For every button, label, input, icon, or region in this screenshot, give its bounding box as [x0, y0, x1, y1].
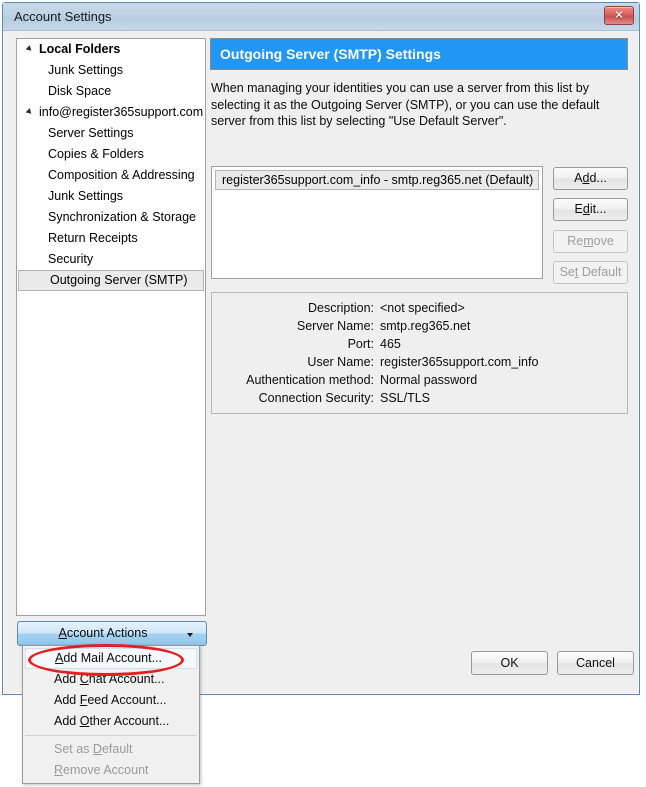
menu-item-remove-account: Remove Account [54, 763, 149, 777]
sidebar-item-label: Synchronization & Storage [48, 210, 197, 224]
smtp-server-list[interactable]: register365support.com_info - smtp.reg36… [211, 166, 543, 279]
sidebar-item-return-receipts[interactable]: Return Receipts [17, 228, 205, 249]
panel-header: Outgoing Server (SMTP) Settings [210, 38, 628, 70]
detail-value: Normal password [380, 373, 478, 387]
close-window-button[interactable]: ✕ [604, 6, 634, 25]
sidebar-item-label: info@register365support.com [39, 105, 204, 119]
detail-value: <not specified> [380, 301, 465, 315]
sidebar-item-copies-folders[interactable]: Copies & Folders [17, 144, 205, 165]
detail-value: SSL/TLS [380, 391, 431, 405]
detail-value: register365support.com_info [380, 355, 539, 369]
detail-value: smtp.reg365.net [380, 319, 471, 333]
panel-title: Outgoing Server (SMTP) Settings [220, 46, 441, 62]
panel-description: When managing your identities you can us… [211, 81, 600, 128]
menu-item-add-chat-account[interactable]: Add Chat Account... [23, 669, 199, 690]
detail-row: Port: 465 [212, 335, 627, 353]
detail-label: Connection Security: [258, 391, 374, 405]
sidebar-item-label: Security [48, 252, 94, 266]
account-actions-label: Account Actions [58, 626, 148, 640]
sidebar-item-label: Junk Settings [48, 189, 124, 203]
sidebar-item-junk-settings[interactable]: Junk Settings [17, 60, 205, 81]
sidebar-item-label: Outgoing Server (SMTP) [50, 273, 188, 287]
sidebar-item-label: Local Folders [39, 42, 121, 56]
detail-label: Authentication method: [246, 373, 374, 387]
detail-row: Authentication method: Normal password [212, 371, 627, 389]
title-bar: Account Settings ✕ [3, 3, 639, 31]
detail-row: Connection Security: SSL/TLS [212, 389, 627, 407]
menu-item-add-other-account[interactable]: Add Other Account... [23, 711, 199, 732]
detail-label: User Name: [307, 355, 374, 369]
menu-item-set-as-default: Set as Default [54, 742, 133, 756]
detail-row: Description: <not specified> [212, 299, 627, 317]
cancel-button[interactable]: Cancel [557, 651, 634, 675]
sidebar-item-label: Return Receipts [48, 231, 138, 245]
detail-label: Server Name: [296, 319, 374, 333]
add-button[interactable]: Add... [553, 167, 628, 190]
window-title: Account Settings [14, 9, 112, 24]
sidebar-item-composition-addressing[interactable]: Composition & Addressing [17, 165, 205, 186]
accounts-tree[interactable]: Local Folders Junk Settings Disk Space info… [16, 38, 206, 616]
sidebar-item-outgoing-server-smtp[interactable]: Outgoing Server (SMTP) [18, 270, 204, 291]
sidebar-item-label: Copies & Folders [48, 147, 144, 161]
sidebar-item-security[interactable]: Security [17, 249, 205, 270]
account-settings-dialog: Account Settings ✕ Local Folders Junk Set… [2, 2, 640, 695]
server-details-box: Description: <not specified> Server Name: s… [211, 292, 628, 414]
detail-label: Port: [347, 337, 374, 351]
settings-content-panel: Outgoing Server (SMTP) Settings When man… [210, 38, 628, 694]
chevron-down-icon [187, 633, 193, 637]
edit-button[interactable]: Edit... [553, 198, 628, 221]
account-actions-button[interactable]: Account Actions [17, 621, 207, 646]
sidebar-item-label: Server Settings [48, 126, 134, 140]
menu-item-add-mail-account[interactable]: Add Mail Account... [25, 648, 197, 669]
account-actions-menu[interactable]: Add Mail Account... Add Chat Account... Ad… [22, 645, 200, 784]
sidebar-item-disk-space[interactable]: Disk Space [17, 81, 205, 102]
menu-item-add-feed-account[interactable]: Add Feed Account... [23, 690, 199, 711]
sidebar-item-junk-settings[interactable]: Junk Settings [17, 186, 205, 207]
ok-button[interactable]: OK [471, 651, 548, 675]
sidebar-item-server-settings[interactable]: Server Settings [17, 123, 205, 144]
detail-label: Description: [308, 301, 374, 315]
close-icon: ✕ [613, 8, 625, 22]
set-default-button: Set Default [553, 261, 628, 284]
detail-row: Server Name: smtp.reg365.net [212, 317, 627, 335]
menu-separator [25, 735, 197, 736]
sidebar-item-local-folders[interactable]: Local Folders [17, 39, 205, 60]
remove-button: Remove [553, 230, 628, 253]
sidebar-item-synchronization-storage[interactable]: Synchronization & Storage [17, 207, 205, 228]
smtp-server-list-item[interactable]: register365support.com_info - smtp.reg36… [215, 170, 539, 190]
sidebar-item-label: Disk Space [48, 84, 112, 98]
sidebar-item-label: Junk Settings [48, 63, 124, 77]
sidebar-item-info-register365support-com[interactable]: info@register365support.com [17, 102, 205, 123]
detail-row: User Name: register365support.com_info [212, 353, 627, 371]
sidebar-item-label: Composition & Addressing [48, 168, 195, 182]
detail-value: 465 [380, 337, 401, 351]
